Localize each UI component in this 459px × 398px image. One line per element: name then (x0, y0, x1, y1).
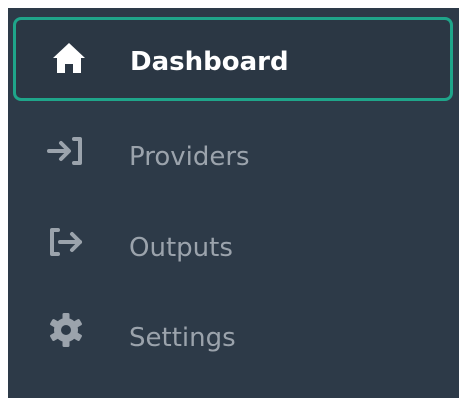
sidebar-item-outputs[interactable]: Outputs (8, 195, 459, 285)
sidebar-item-label: Outputs (129, 233, 233, 263)
sign-out-icon (50, 228, 82, 256)
sidebar-nav: Dashboard Providers Outputs Settings (8, 8, 459, 398)
sidebar-item-settings[interactable]: Settings (8, 285, 459, 375)
sidebar-item-dashboard[interactable]: Dashboard (13, 17, 453, 101)
sidebar-item-providers[interactable]: Providers (8, 105, 459, 195)
sidebar-item-label: Settings (129, 323, 236, 353)
home-icon (53, 43, 85, 73)
sidebar-item-label: Dashboard (130, 47, 289, 77)
gear-icon (50, 313, 82, 347)
sidebar-item-label: Providers (129, 142, 250, 172)
sign-in-icon (47, 137, 82, 165)
